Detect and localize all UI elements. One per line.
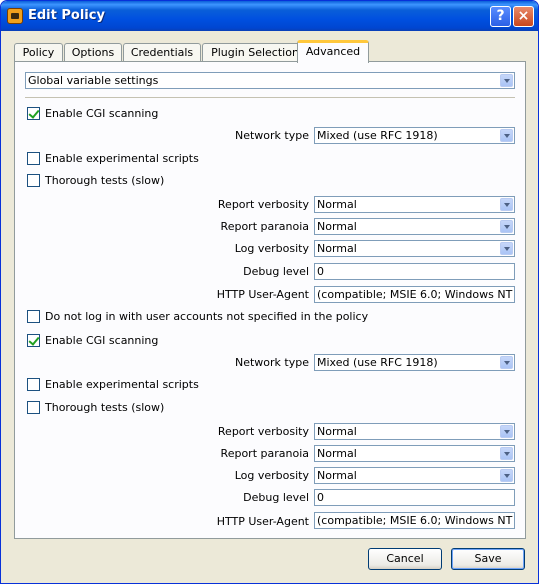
settings-section-value: Global variable settings [28, 74, 159, 87]
thorough-tests-label: Thorough tests (slow) [45, 174, 165, 187]
experimental-scripts-checkbox[interactable] [27, 152, 40, 165]
network-type-label: Network type [235, 129, 309, 142]
user-agent-label: HTTP User-Agent [216, 288, 309, 301]
debug-level-input[interactable]: 0 [314, 489, 515, 506]
thorough-tests-label: Thorough tests (slow) [45, 401, 165, 414]
save-button[interactable]: Save [451, 548, 525, 570]
log-verbosity-select[interactable]: Normal [314, 240, 515, 257]
divider [25, 97, 515, 98]
report-verbosity-label: Report verbosity [217, 425, 309, 438]
report-paranoia-value: Normal [317, 220, 357, 233]
chevron-down-icon[interactable] [500, 242, 513, 255]
report-verbosity-label: Report verbosity [217, 198, 309, 211]
edit-policy-window: Edit Policy ? × Policy Options Credentia… [0, 0, 539, 584]
thorough-tests-checkbox[interactable] [27, 401, 40, 414]
user-agent-label: HTTP User-Agent [216, 515, 309, 528]
enable-cgi-label: Enable CGI scanning [45, 107, 159, 120]
report-verbosity-select[interactable]: Normal [314, 196, 515, 213]
report-paranoia-select[interactable]: Normal [314, 218, 515, 235]
network-type-value: Mixed (use RFC 1918) [317, 356, 438, 369]
report-paranoia-label: Report paranoia [220, 447, 309, 460]
tab-policy[interactable]: Policy [14, 43, 63, 62]
chevron-down-icon[interactable] [500, 356, 513, 369]
log-verbosity-label: Log verbosity [234, 469, 309, 482]
experimental-scripts-label: Enable experimental scripts [45, 152, 199, 165]
chevron-down-icon[interactable] [500, 425, 513, 438]
debug-level-label: Debug level [243, 265, 309, 278]
chevron-down-icon[interactable] [500, 447, 513, 460]
enable-cgi-checkbox[interactable] [27, 334, 40, 347]
chevron-down-icon[interactable] [500, 469, 513, 482]
settings-section-select[interactable]: Global variable settings [25, 72, 515, 89]
report-paranoia-select[interactable]: Normal [314, 445, 515, 462]
tab-plugin-selection[interactable]: Plugin Selection [202, 43, 308, 62]
window-title: Edit Policy [28, 8, 105, 23]
report-verbosity-value: Normal [317, 425, 357, 438]
debug-level-label: Debug level [243, 491, 309, 504]
no-log-in-label: Do not log in with user accounts not spe… [45, 310, 369, 323]
chevron-down-icon[interactable] [500, 198, 513, 211]
network-type-label: Network type [235, 356, 309, 369]
advanced-panel: Global variable settings Enable CGI scan… [14, 61, 526, 539]
network-type-select[interactable]: Mixed (use RFC 1918) [314, 127, 515, 144]
chevron-down-icon[interactable] [500, 74, 513, 87]
report-paranoia-value: Normal [317, 447, 357, 460]
network-type-value: Mixed (use RFC 1918) [317, 129, 438, 142]
close-button[interactable]: × [513, 6, 534, 27]
user-agent-input[interactable]: (compatible; MSIE 6.0; Windows NT 5.0) [314, 512, 515, 529]
app-icon [7, 8, 23, 24]
report-paranoia-label: Report paranoia [220, 220, 309, 233]
enable-cgi-label: Enable CGI scanning [45, 334, 159, 347]
user-agent-input[interactable]: (compatible; MSIE 6.0; Windows NT 5.0) [314, 286, 515, 303]
tab-options[interactable]: Options [64, 43, 122, 62]
log-verbosity-select[interactable]: Normal [314, 467, 515, 484]
network-type-select[interactable]: Mixed (use RFC 1918) [314, 354, 515, 371]
experimental-scripts-label: Enable experimental scripts [45, 378, 199, 391]
chevron-down-icon[interactable] [500, 220, 513, 233]
experimental-scripts-checkbox[interactable] [27, 378, 40, 391]
enable-cgi-checkbox[interactable] [27, 107, 40, 120]
log-verbosity-value: Normal [317, 242, 357, 255]
chevron-down-icon[interactable] [500, 129, 513, 142]
help-button[interactable]: ? [490, 6, 511, 27]
tab-advanced[interactable]: Advanced [297, 40, 369, 63]
cancel-button[interactable]: Cancel [368, 548, 442, 570]
log-verbosity-label: Log verbosity [234, 242, 309, 255]
log-verbosity-value: Normal [317, 469, 357, 482]
no-log-in-checkbox[interactable] [27, 310, 40, 323]
report-verbosity-select[interactable]: Normal [314, 423, 515, 440]
report-verbosity-value: Normal [317, 198, 357, 211]
title-bar[interactable]: Edit Policy ? × [1, 1, 538, 31]
debug-level-input[interactable]: 0 [314, 263, 515, 280]
tab-credentials[interactable]: Credentials [123, 43, 201, 62]
thorough-tests-checkbox[interactable] [27, 174, 40, 187]
